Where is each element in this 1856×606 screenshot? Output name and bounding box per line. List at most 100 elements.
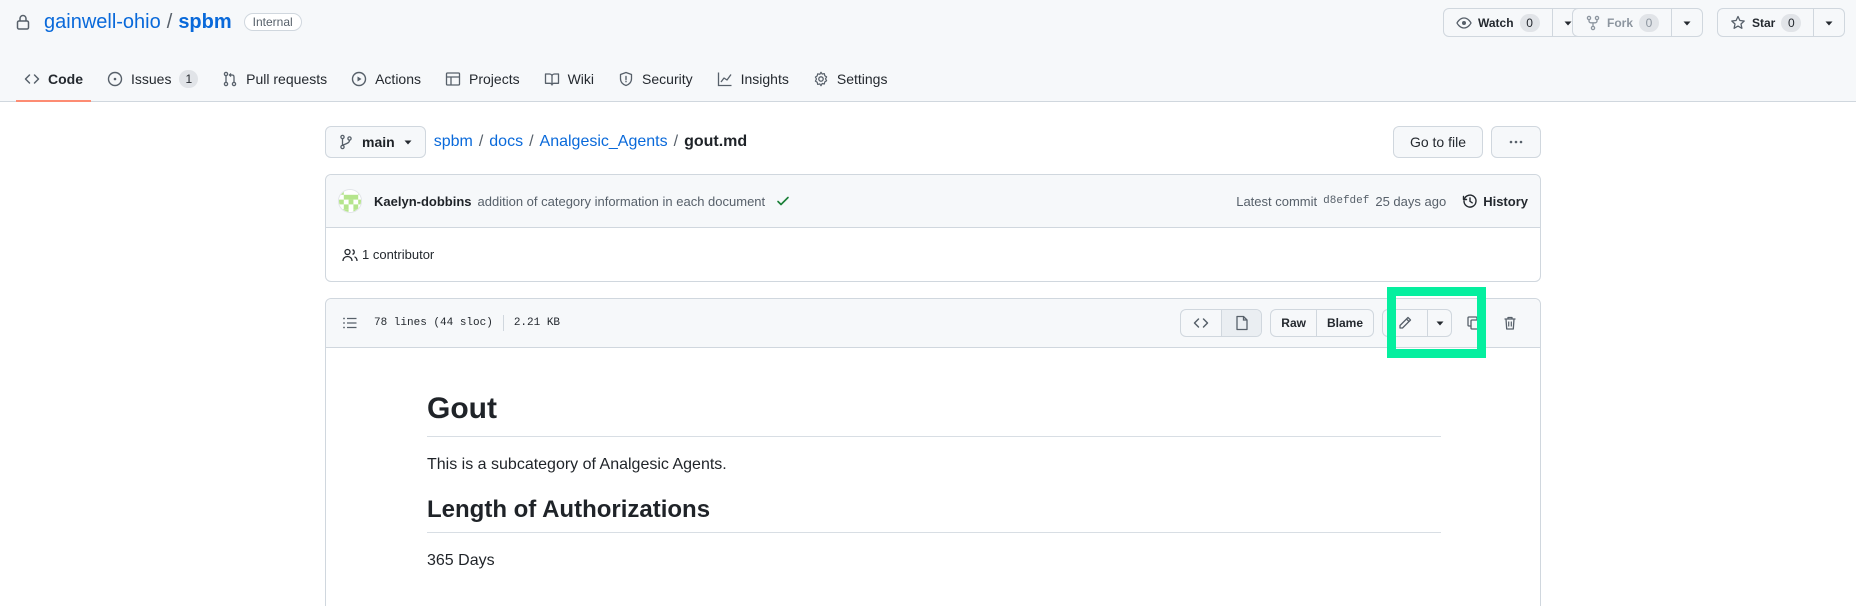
breadcrumb-link-folder[interactable]: Analgesic_Agents (540, 133, 668, 151)
tab-settings[interactable]: Settings (805, 55, 896, 102)
more-options-button[interactable] (1491, 126, 1541, 158)
tab-label: Issues (131, 70, 172, 87)
divider (502, 315, 504, 331)
people-icon (342, 247, 358, 263)
breadcrumb-link-repo[interactable]: spbm (434, 133, 473, 151)
trash-icon (1502, 315, 1518, 331)
breadcrumb: spbm / docs / Analgesic_Agents / gout.md (434, 133, 747, 151)
breadcrumb-separator: / (478, 133, 484, 150)
repo-owner-link[interactable]: gainwell-ohio (44, 11, 161, 34)
file-toolbar: Raw Blame (1180, 309, 1524, 337)
code-icon (1193, 315, 1209, 331)
repo-title: gainwell-ohio / spbm Internal (16, 8, 302, 36)
edit-file-button[interactable] (1383, 310, 1427, 336)
list-unordered-icon[interactable] (342, 315, 358, 331)
tab-pull-requests[interactable]: Pull requests (214, 55, 335, 102)
tab-security[interactable]: Security (610, 55, 701, 102)
tab-label: Projects (469, 70, 520, 87)
history-link[interactable]: History (1462, 193, 1528, 209)
contributors-link[interactable]: 1 contributor (362, 247, 434, 262)
watch-count: 0 (1519, 13, 1540, 32)
fork-label: Fork (1607, 15, 1634, 30)
markdown-heading-2: Length of Authorizations (427, 495, 1441, 533)
repo-name-link[interactable]: spbm (178, 11, 231, 34)
repo-separator: / (166, 10, 173, 33)
star-label: Star (1752, 15, 1776, 30)
display-rendered-button[interactable] (1221, 310, 1262, 336)
go-to-file-button[interactable]: Go to file (1392, 126, 1483, 158)
table-icon (445, 71, 461, 87)
history-icon (1462, 193, 1478, 209)
breadcrumb-separator: / (529, 133, 534, 150)
file-lines: 78 lines (44 sloc) (374, 317, 493, 329)
issue-opened-icon (107, 71, 123, 87)
markdown-paragraph-duration: 365 Days (427, 552, 495, 569)
check-icon[interactable] (775, 193, 791, 209)
kebab-horizontal-icon (1508, 134, 1524, 150)
fork-button-group: Fork 0 (1572, 8, 1704, 37)
display-source-button[interactable] (1181, 310, 1221, 336)
repo-forked-icon (1585, 15, 1601, 31)
tab-label: Pull requests (246, 70, 328, 87)
markdown-heading-1: Gout (427, 390, 1441, 437)
avatar[interactable] (338, 189, 362, 213)
tab-projects[interactable]: Projects (437, 55, 528, 102)
watch-label: Watch (1478, 15, 1514, 30)
triangle-down-icon (1682, 18, 1692, 28)
play-icon (351, 71, 367, 87)
raw-blame-group: Raw Blame (1270, 309, 1374, 337)
star-icon (1730, 15, 1746, 31)
triangle-down-icon (403, 137, 413, 147)
copy-icon (1466, 315, 1482, 331)
star-count: 0 (1781, 13, 1802, 32)
star-button[interactable]: Star 0 (1718, 9, 1813, 36)
triangle-down-icon (1435, 318, 1445, 328)
visibility-badge: Internal (243, 13, 302, 31)
file-size: 2.21 KB (513, 317, 561, 329)
git-branch-icon (338, 134, 354, 150)
tab-label: Actions (375, 70, 422, 87)
edit-dropdown-button[interactable] (1427, 310, 1451, 336)
graph-icon (717, 71, 733, 87)
branch-selector[interactable]: main (325, 126, 426, 158)
tab-code[interactable]: Code (16, 55, 91, 102)
tab-issues[interactable]: Issues 1 (99, 55, 206, 102)
repo-header: gainwell-ohio / spbm Internal Watch 0 Fo… (0, 0, 1856, 102)
file-header: 78 lines (44 sloc) 2.21 KB Raw Blame (326, 299, 1540, 348)
file-viewer: 78 lines (44 sloc) 2.21 KB Raw Blame Gou… (325, 298, 1541, 606)
breadcrumb-current-file: gout.md (684, 133, 748, 150)
commit-sha-link[interactable]: d8efdef (1323, 195, 1369, 207)
view-toggle (1180, 309, 1263, 337)
book-icon (544, 71, 560, 87)
repo-nav-tabs: Code Issues 1 Pull requests Actions Proj… (16, 55, 895, 102)
markdown-body: Gout This is a subcategory of Analgesic … (427, 349, 1441, 572)
tab-label: Code (48, 70, 83, 87)
watch-button[interactable]: Watch 0 (1444, 9, 1552, 36)
issues-count: 1 (179, 69, 199, 88)
tab-insights[interactable]: Insights (709, 55, 797, 102)
commit-author-link[interactable]: Kaelyn-dobbins (374, 194, 472, 209)
raw-button[interactable]: Raw (1271, 310, 1316, 336)
tab-actions[interactable]: Actions (343, 55, 429, 102)
fork-dropdown[interactable] (1671, 9, 1702, 36)
copy-button[interactable] (1460, 309, 1488, 337)
tab-wiki[interactable]: Wiki (536, 55, 602, 102)
shield-icon (618, 71, 634, 87)
breadcrumb-link-docs[interactable]: docs (489, 133, 523, 151)
star-button-group: Star 0 (1717, 8, 1846, 37)
eye-icon (1456, 15, 1472, 31)
delete-file-button[interactable] (1496, 309, 1524, 337)
breadcrumb-separator: / (673, 133, 679, 150)
file-info: 78 lines (44 sloc) 2.21 KB (374, 315, 560, 331)
tab-label: Wiki (567, 70, 595, 87)
code-icon (24, 71, 40, 87)
contributors-row: 1 contributor (326, 228, 1540, 281)
fork-count: 0 (1639, 13, 1660, 32)
history-label: History (1483, 193, 1528, 209)
branch-name: main (362, 134, 395, 150)
fork-button[interactable]: Fork 0 (1573, 9, 1671, 36)
commit-message-link[interactable]: addition of category information in each… (478, 194, 766, 209)
markdown-paragraph-intro: This is a subcategory of Analgesic Agent… (427, 456, 727, 473)
star-dropdown[interactable] (1813, 9, 1844, 36)
blame-button[interactable]: Blame (1315, 310, 1373, 336)
